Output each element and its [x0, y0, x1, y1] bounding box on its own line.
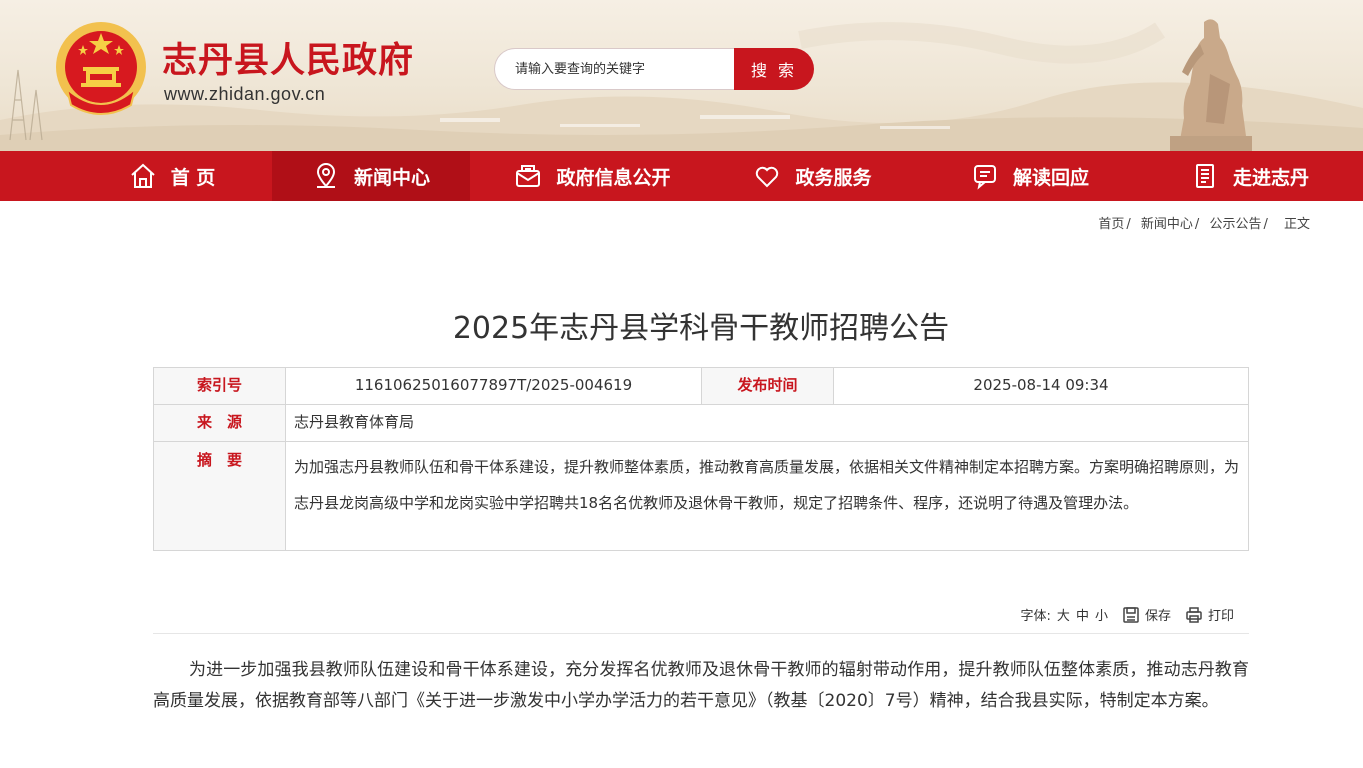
nav-item-interpretation[interactable]: 解读回应: [930, 151, 1130, 201]
printer-icon: [1186, 606, 1202, 623]
nav-label: 走进志丹: [1232, 166, 1309, 189]
nav-label: 政务服务: [795, 166, 872, 189]
nav-item-news[interactable]: 新闻中心: [272, 151, 470, 201]
font-size-label: 字体:: [1020, 609, 1051, 624]
article-paragraph: 为进一步加强我县教师队伍建设和骨干体系建设，充分发挥名优教师及退休骨干教师的辐射…: [153, 660, 1249, 711]
source-label: 来 源: [153, 404, 286, 442]
statue-image: [1170, 19, 1252, 151]
site-title: 志丹县人民政府: [162, 41, 415, 81]
nav-item-gov-info[interactable]: 政府信息公开: [470, 151, 715, 201]
font-size-medium[interactable]: 中: [1076, 605, 1089, 624]
summary-value: 为加强志丹县教师队伍和骨干体系建设，提升教师整体素质，推动教育高质量发展，依据相…: [285, 441, 1249, 551]
main-nav: 首 页 新闻中心 政府信息公开 政务服务 解读回应 走进志丹: [0, 151, 1363, 201]
search-box: 搜 索: [494, 48, 814, 90]
site-url: www.zhidan.gov.cn: [164, 84, 326, 104]
save-icon: [1123, 606, 1139, 623]
font-size-small[interactable]: 小: [1095, 605, 1108, 624]
save-label: 保存: [1144, 609, 1171, 624]
document-icon: [1195, 164, 1214, 188]
summary-label: 摘 要: [153, 441, 286, 551]
article-title: 2025年志丹县学科骨干教师招聘公告: [452, 311, 950, 346]
nav-label: 解读回应: [1012, 166, 1089, 189]
breadcrumb: 首页 / 新闻中心 / 公示公告 / 正文: [1098, 217, 1310, 232]
search-input[interactable]: [494, 48, 738, 90]
print-button[interactable]: 打印: [1185, 605, 1234, 624]
site-header: 志丹县人民政府 www.zhidan.gov.cn 搜 索: [0, 0, 1363, 151]
breadcrumb-home[interactable]: 首页: [1098, 217, 1124, 232]
nav-item-services[interactable]: 政务服务: [715, 151, 910, 201]
article-info-table: 索引号 11610625016077897T/2025-004619 发布时间 …: [153, 367, 1249, 551]
nav-label: 首 页: [170, 166, 216, 189]
index-label: 索引号: [153, 367, 286, 405]
print-label: 打印: [1207, 609, 1234, 624]
save-button[interactable]: 保存: [1122, 605, 1171, 624]
location-pin-icon: [316, 163, 335, 188]
search-button[interactable]: 搜 索: [734, 48, 814, 90]
nav-label: 新闻中心: [353, 166, 430, 189]
nav-item-about-zhidan[interactable]: 走进志丹: [1150, 151, 1350, 201]
envelope-icon: [516, 165, 541, 187]
article-tools: 字体: 大 中 小 保存 打印: [1021, 605, 1234, 624]
date-label: 发布时间: [701, 367, 834, 405]
breadcrumb-news-center[interactable]: 新闻中心: [1141, 217, 1193, 232]
home-icon: [131, 163, 155, 188]
chat-icon: [973, 165, 996, 190]
font-size-large[interactable]: 大: [1057, 605, 1070, 624]
date-value: 2025-08-14 09:34: [833, 367, 1249, 405]
nav-label: 政府信息公开: [556, 166, 671, 189]
nav-item-home[interactable]: 首 页: [72, 151, 272, 201]
breadcrumb-announcements[interactable]: 公示公告: [1209, 217, 1261, 232]
index-value: 11610625016077897T/2025-004619: [285, 367, 702, 405]
content-divider: [153, 633, 1249, 634]
source-value: 志丹县教育体育局: [285, 404, 1249, 442]
heart-icon: [756, 166, 779, 188]
breadcrumb-current: 正文: [1283, 217, 1310, 232]
national-emblem-logo: [56, 22, 146, 115]
